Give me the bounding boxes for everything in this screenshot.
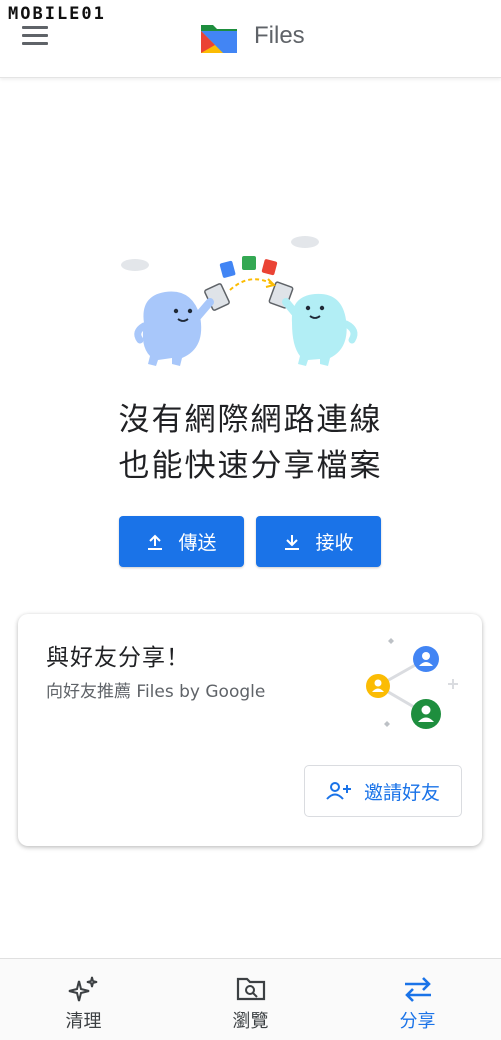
receive-label: 接收 <box>315 532 354 554</box>
nav-clean-label: 清理 <box>65 1011 102 1032</box>
nav-browse-label: 瀏覽 <box>232 1011 269 1032</box>
share-with-friends-card: 與好友分享！ 向好友推薦 Files by Google 邀請好友 <box>18 614 482 846</box>
empty-state-line-1: 沒有網際網路連線 <box>118 402 383 438</box>
download-icon <box>285 534 300 550</box>
watermark-logo: MOBILE01 <box>8 4 106 24</box>
nav-share-label: 分享 <box>399 1011 436 1032</box>
sparkle-icon <box>68 976 97 1002</box>
invite-friends-button[interactable]: 邀請好友 <box>304 765 462 817</box>
send-label: 傳送 <box>178 532 217 554</box>
app-title: Files <box>254 22 305 49</box>
nav-browse[interactable]: 瀏覽 <box>167 959 334 1040</box>
send-button[interactable]: 傳送 <box>119 516 244 567</box>
swap-arrows-icon <box>404 977 431 1002</box>
card-subtitle: 向好友推薦 Files by Google <box>46 682 266 702</box>
upload-icon <box>148 534 163 550</box>
empty-state-line-2: 也能快速分享檔案 <box>118 448 383 484</box>
nav-clean[interactable]: 清理 <box>0 959 167 1040</box>
menu-icon[interactable] <box>22 26 48 46</box>
folder-search-icon <box>236 977 265 1001</box>
share-network-illustration <box>366 638 458 729</box>
offline-share-illustration <box>121 236 358 366</box>
bottom-navigation: 清理 瀏覽 分享 <box>0 958 501 1040</box>
card-title: 與好友分享！ <box>46 645 190 671</box>
nav-share[interactable]: 分享 <box>334 959 501 1040</box>
receive-button[interactable]: 接收 <box>256 516 381 567</box>
add-person-icon <box>326 782 351 800</box>
invite-label: 邀請好友 <box>363 781 440 804</box>
files-logo-icon <box>201 25 237 53</box>
